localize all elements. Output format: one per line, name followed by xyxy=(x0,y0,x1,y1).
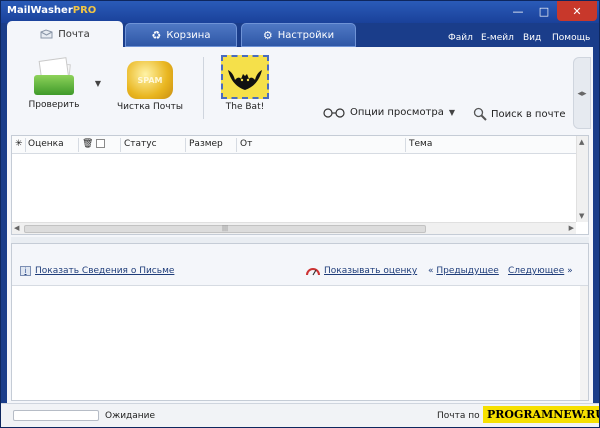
glasses-icon xyxy=(323,107,345,118)
show-rating-label: Показывать оценку xyxy=(324,266,418,276)
menu-help[interactable]: Помощь xyxy=(552,33,590,43)
tab-trash-label: Корзина xyxy=(166,29,211,41)
the-bat-button[interactable]: The Bat! xyxy=(221,55,269,112)
spam-icon: SPAM xyxy=(127,61,173,99)
column-size[interactable]: Размер xyxy=(189,139,223,149)
spam-badge-text: SPAM xyxy=(137,75,163,85)
preview-vertical-scrollbar[interactable] xyxy=(580,286,588,400)
tab-settings[interactable]: ⚙ Настройки xyxy=(241,23,356,47)
column-from[interactable]: От xyxy=(240,139,252,149)
message-list-vertical-scrollbar[interactable]: ▲ ▼ xyxy=(576,136,588,222)
menu-file[interactable]: Файл xyxy=(448,33,473,43)
message-preview: i Показать Сведения о Письме Показывать … xyxy=(11,243,589,401)
recycle-icon: ♻ xyxy=(151,28,162,42)
column-trash-icon[interactable]: 🗑 xyxy=(82,139,93,149)
site-watermark: PROGRAMNEW.RU xyxy=(483,406,599,423)
next-arrow-icon: » xyxy=(567,266,573,276)
status-text: Ожидание xyxy=(105,411,156,421)
info-icon: i xyxy=(20,266,31,276)
previous-message-link[interactable]: « Предыдущее xyxy=(428,266,499,276)
check-dropdown-chevron-icon[interactable]: ▼ xyxy=(93,79,103,88)
cleanup-mail-label: Чистка Почты xyxy=(117,102,183,112)
menu-view[interactable]: Вид xyxy=(523,33,541,43)
app-title-main: MailWasher xyxy=(7,5,73,16)
next-message-link[interactable]: Следующее » xyxy=(508,266,573,276)
the-bat-label: The Bat! xyxy=(225,102,265,112)
previous-message-label: Предыдущее xyxy=(436,266,499,276)
title-bar[interactable]: MailWasherPRO — □ ✕ xyxy=(1,1,599,23)
search-mail-label: Поиск в почте xyxy=(491,108,566,120)
column-select-all-icon[interactable]: ✳ xyxy=(15,139,23,149)
prev-arrow-icon: « xyxy=(428,266,434,276)
mail-status-text: Почта по xyxy=(437,411,480,421)
show-message-info-label: Показать Сведения о Письме xyxy=(35,266,175,276)
scroll-right-icon[interactable]: ▶ xyxy=(569,224,574,232)
panel-collapse-handle[interactable]: ◂▸ xyxy=(573,57,591,129)
column-rating[interactable]: Оценка xyxy=(28,139,64,149)
search-icon xyxy=(473,107,487,121)
status-bar: Ожидание Почта по PROGRAMNEW.RU xyxy=(1,403,599,427)
app-title-pro: PRO xyxy=(72,5,97,16)
maximize-button[interactable]: □ xyxy=(531,1,557,21)
check-mail-label: Проверить xyxy=(28,100,80,110)
message-list-horizontal-scrollbar[interactable]: ◀ ||| ▶ xyxy=(12,222,576,234)
column-subject[interactable]: Тема xyxy=(409,139,432,149)
tab-trash[interactable]: ♻ Корзина xyxy=(125,23,237,47)
client-area: Проверить ▼ SPAM Чистка Почты The Bat! О… xyxy=(7,47,593,403)
scroll-left-icon[interactable]: ◀ xyxy=(14,224,19,232)
message-list-header: ✳ Оценка 🗑 Статус Размер От Тема xyxy=(12,136,588,154)
tab-mail[interactable]: Почта xyxy=(7,21,123,47)
horizontal-scroll-thumb[interactable]: ||| xyxy=(24,225,426,233)
toolbar-divider xyxy=(203,57,204,119)
cleanup-mail-button[interactable]: SPAM Чистка Почты xyxy=(115,57,185,112)
toolbar: Проверить ▼ SPAM Чистка Почты The Bat! О… xyxy=(7,47,593,133)
mail-icon xyxy=(40,29,53,39)
scroll-down-icon[interactable]: ▼ xyxy=(579,212,584,220)
check-mail-button[interactable]: Проверить xyxy=(21,57,87,110)
tab-settings-label: Настройки xyxy=(277,29,335,41)
gear-icon: ⚙ xyxy=(262,28,273,42)
show-message-info-link[interactable]: i Показать Сведения о Письме xyxy=(20,266,174,276)
show-rating-link[interactable]: Показывать оценку xyxy=(306,266,417,276)
view-options-label: Опции просмотра xyxy=(350,107,444,118)
column-checkbox[interactable] xyxy=(96,139,105,151)
bat-icon xyxy=(221,55,269,99)
menu-email[interactable]: E-мейл xyxy=(481,33,514,43)
app-title: MailWasherPRO xyxy=(7,5,96,16)
next-message-label: Следующее xyxy=(508,266,565,276)
rating-gauge-icon xyxy=(306,268,320,276)
progress-bar xyxy=(13,410,99,421)
view-options-chevron-down-icon: ▼ xyxy=(448,108,456,117)
minimize-button[interactable]: — xyxy=(505,1,531,21)
search-mail-button[interactable]: Поиск в почте xyxy=(473,107,565,121)
check-mail-icon xyxy=(32,57,76,97)
view-options-button[interactable]: Опции просмотра ▼ xyxy=(323,107,455,118)
close-button[interactable]: ✕ xyxy=(557,1,597,21)
column-status[interactable]: Статус xyxy=(124,139,157,149)
message-list[interactable]: ✳ Оценка 🗑 Статус Размер От Тема ▲ ▼ ◀ |… xyxy=(11,135,589,235)
app-window: MailWasherPRO — □ ✕ Почта ♻ Корзина ⚙ На… xyxy=(0,0,600,428)
tab-mail-label: Почта xyxy=(58,28,90,40)
scroll-up-icon[interactable]: ▲ xyxy=(579,138,584,146)
main-tabs: Почта ♻ Корзина ⚙ Настройки Файл E-мейл … xyxy=(1,21,599,47)
preview-toolbar: i Показать Сведения о Письме Показывать … xyxy=(12,244,588,286)
